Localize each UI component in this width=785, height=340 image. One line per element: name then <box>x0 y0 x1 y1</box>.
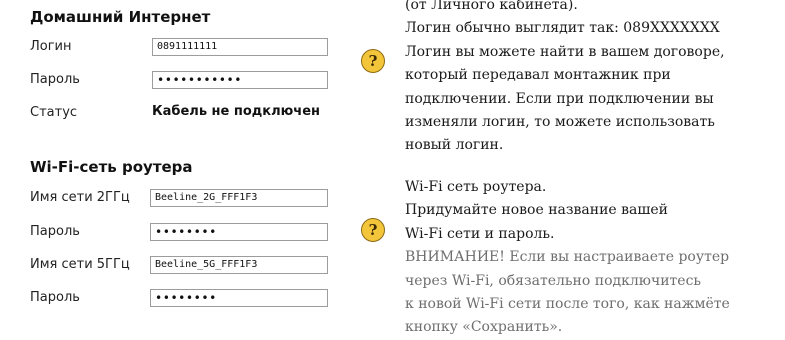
help-line: подключении. Если при подключении вы <box>405 90 714 107</box>
help-line: Придумайте новое название вашей <box>405 202 669 219</box>
help-line: Wi-Fi сеть роутера. <box>405 179 547 195</box>
ssid-5-label: Имя сети 5ГГц <box>30 257 130 272</box>
help-text-internet: (от Личного кабинета). Логин обычно выгл… <box>405 0 725 158</box>
ssid-24-label: Имя сети 2ГГц <box>30 190 130 205</box>
help-line: Wi-Fi сети и пароль. <box>405 225 555 242</box>
password-field[interactable]: ••••••••••• <box>152 71 328 89</box>
help-line: новый логин. <box>405 137 504 154</box>
password-24-field[interactable]: •••••••• <box>150 223 328 241</box>
warning-line: кнопку «Сохранить». <box>405 319 563 336</box>
ssid-24-field[interactable]: Beeline_2G_FFF1F3 <box>150 189 328 207</box>
help-text-wifi: Wi-Fi сеть роутера. Придумайте новое наз… <box>405 176 730 340</box>
password-5-field[interactable]: •••••••• <box>150 289 328 307</box>
password-5-label: Пароль <box>30 290 80 305</box>
internet-section-title: Домашний Интернет <box>30 8 211 26</box>
help-icon-internet[interactable]: ? <box>361 49 385 73</box>
password-24-label: Пароль <box>30 224 80 239</box>
help-icon-wifi[interactable]: ? <box>361 218 385 242</box>
status-value: Кабель не подключен <box>152 104 321 119</box>
help-line: Логин вы можете найти в вашем договоре, <box>405 43 725 60</box>
login-label: Логин <box>30 39 72 54</box>
ssid-5-field[interactable]: Beeline_5G_FFF1F3 <box>150 256 328 274</box>
help-line: изменяли логин, то можете использовать <box>405 114 715 131</box>
help-line: Логин обычно выглядит так: 089XXXXXXX <box>405 20 720 37</box>
help-line: который передавал монтажник при <box>405 67 671 84</box>
warning-line: через Wi-Fi, обязательно подключитесь <box>405 272 702 289</box>
help-line: (от Личного кабинета). <box>405 0 578 13</box>
wifi-section-title: Wi-Fi-сеть роутера <box>30 158 193 176</box>
warning-line: ВНИМАНИЕ! Если вы настраиваете роутер <box>405 249 730 266</box>
status-label: Статус <box>30 105 78 120</box>
warning-line: к новой Wi-Fi сети после того, как нажмё… <box>405 296 730 313</box>
password-label: Пароль <box>30 72 80 87</box>
login-field[interactable]: 0891111111 <box>152 38 328 56</box>
